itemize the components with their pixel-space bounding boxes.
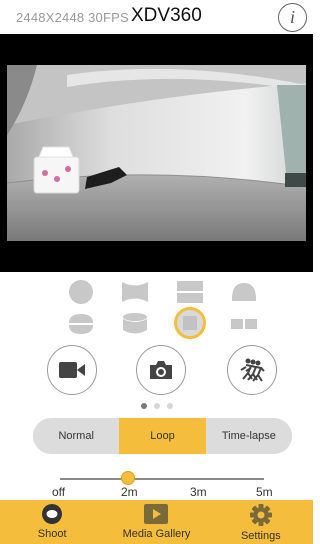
play-icon [144, 504, 169, 524]
preview-image [7, 65, 306, 241]
square-lens-icon[interactable] [174, 307, 206, 339]
info-icon: i [289, 7, 295, 27]
page-dot[interactable] [140, 403, 147, 409]
live-preview[interactable] [0, 34, 313, 272]
dual-rect-lens-icon[interactable] [229, 311, 259, 337]
tab-settings[interactable]: Settings [209, 500, 313, 544]
loop-duration-slider[interactable]: off 2m 3m 5m [0, 462, 313, 502]
mode-time-lapse[interactable]: Time-lapse [206, 418, 292, 454]
video-button[interactable] [47, 345, 97, 395]
burst-runner-icon [240, 358, 265, 382]
mode-normal[interactable]: Normal [33, 418, 119, 454]
dome-lens-icon[interactable] [229, 279, 259, 305]
resolution-label: 2448X2448 30FPS [16, 10, 129, 25]
page-indicator [0, 400, 313, 412]
video-mode-selector: Normal Loop Time-lapse [33, 418, 292, 454]
bowl-lens-icon[interactable] [66, 311, 96, 337]
tab-label-media-gallery: Media Gallery [122, 528, 191, 540]
mode-loop[interactable]: Loop [119, 418, 206, 454]
tab-shoot[interactable]: Shoot [0, 500, 104, 544]
tick-label-3m: 3m [190, 485, 207, 499]
info-button[interactable]: i [278, 3, 307, 32]
burst-button[interactable] [227, 345, 277, 395]
tab-label-settings: Settings [240, 530, 281, 542]
tick-label-5m: 5m [256, 485, 273, 499]
top-bar: 2448X2448 30FPS XDV360 i [0, 0, 313, 34]
cylinder-lens-icon[interactable] [120, 311, 150, 337]
lens-mode-grid [0, 277, 313, 343]
tick-label-off: off [52, 485, 66, 499]
camera-name: XDV360 [131, 5, 202, 26]
gear-icon [249, 504, 272, 526]
preview-scene-graphic [7, 65, 306, 241]
circle-lens-icon[interactable] [66, 279, 96, 305]
bottom-tab-bar: Shoot Media Gallery Settings [0, 500, 313, 544]
page-dot[interactable] [153, 403, 160, 409]
camera-icon [150, 361, 172, 379]
shoot-lens-icon [42, 504, 63, 524]
page-dot[interactable] [166, 403, 173, 409]
slider-track[interactable] [60, 478, 264, 480]
bowtie-lens-icon[interactable] [120, 279, 150, 305]
tick-label-2m: 2m [121, 485, 138, 499]
tab-media-gallery[interactable]: Media Gallery [104, 500, 208, 544]
tab-label-shoot: Shoot [37, 528, 67, 540]
slider-knob[interactable] [121, 471, 135, 485]
split-horizontal-lens-icon[interactable] [175, 279, 205, 305]
video-camera-icon [59, 362, 85, 378]
photo-button[interactable] [136, 345, 186, 395]
